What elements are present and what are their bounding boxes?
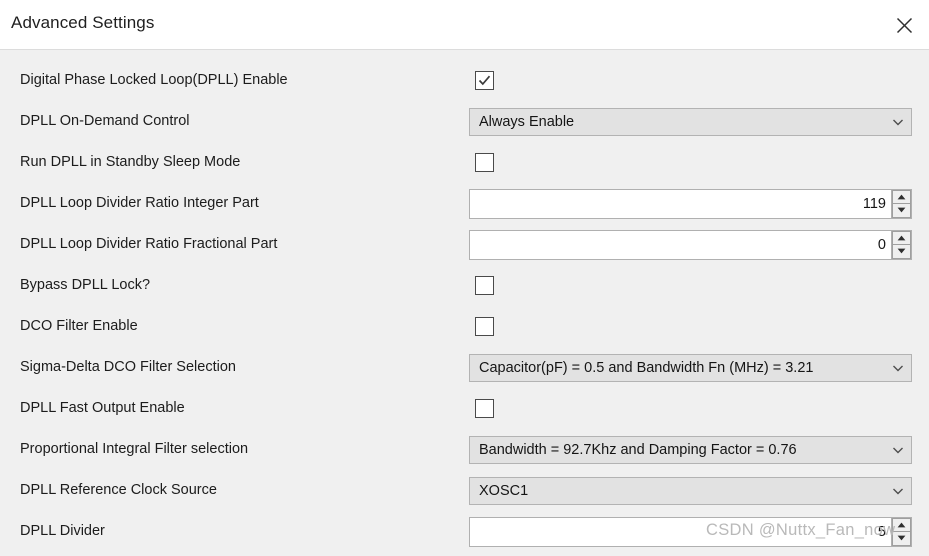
spinner-up-icon[interactable] [892, 189, 911, 204]
setting-row: Run DPLL in Standby Sleep Mode [0, 142, 929, 183]
setting-label-dpll-reference-clock-source: DPLL Reference Clock Source [20, 482, 217, 498]
setting-row: DPLL On-Demand Control Always Enable [0, 101, 929, 142]
dropdown-value-sigma-delta-dco-filter-selection: Capacitor(pF) = 0.5 and Bandwidth Fn (MH… [479, 359, 814, 376]
setting-row: DCO Filter Enable [0, 306, 929, 347]
setting-label-dpll-on-demand-control: DPLL On-Demand Control [20, 113, 190, 129]
setting-control-wrap: Capacitor(pF) = 0.5 and Bandwidth Fn (MH… [469, 347, 912, 388]
spinner-dpll-divider[interactable]: 5 [469, 516, 912, 547]
dropdown-value-proportional-integral-filter-selection: Bandwidth = 92.7Khz and Damping Factor =… [479, 441, 797, 458]
close-button[interactable] [889, 10, 919, 40]
settings-list: Digital Phase Locked Loop(DPLL) Enable DP… [0, 50, 929, 556]
spinner-buttons [891, 230, 911, 259]
setting-label-proportional-integral-filter-selection: Proportional Integral Filter selection [20, 441, 249, 457]
chevron-down-icon [885, 109, 911, 135]
spinner-up-icon[interactable] [892, 230, 911, 245]
spinner-down-icon[interactable] [892, 244, 911, 259]
checkbox-dpll-enable[interactable] [475, 71, 494, 90]
setting-control-wrap [469, 142, 912, 183]
close-icon [896, 17, 913, 34]
setting-control-wrap [469, 60, 912, 101]
spinner-down-icon[interactable] [892, 203, 911, 218]
setting-control-wrap [469, 265, 912, 306]
spinner-value-dpll-divider[interactable]: 5 [470, 518, 891, 546]
setting-row: DPLL Fast Output Enable [0, 388, 929, 429]
setting-row: Digital Phase Locked Loop(DPLL) Enable [0, 60, 929, 101]
checkbox-run-dpll-standby-sleep[interactable] [475, 153, 494, 172]
dropdown-value-dpll-reference-clock-source: XOSC1 [479, 482, 529, 499]
setting-row: DPLL Divider 5 [0, 511, 929, 552]
setting-row: DPLL Reference Clock Source XOSC1 [0, 470, 929, 511]
checkbox-bypass-dpll-lock[interactable] [475, 276, 494, 295]
spinner-value-dpll-loop-divider-fractional[interactable]: 0 [470, 231, 891, 259]
setting-control-wrap [469, 388, 912, 429]
spinner-dpll-loop-divider-integer[interactable]: 119 [469, 188, 912, 219]
setting-label-sigma-delta-dco-filter-selection: Sigma-Delta DCO Filter Selection [20, 359, 236, 375]
setting-control-wrap [469, 306, 912, 347]
setting-label-bypass-dpll-lock: Bypass DPLL Lock? [20, 277, 151, 293]
spinner-down-icon[interactable] [892, 531, 911, 546]
setting-control-wrap: Always Enable [469, 101, 912, 142]
spinner-buttons [891, 189, 911, 218]
page-title: Advanced Settings [11, 13, 155, 32]
setting-control-wrap: Bandwidth = 92.7Khz and Damping Factor =… [469, 429, 912, 470]
spinner-up-icon[interactable] [892, 517, 911, 532]
chevron-down-icon [885, 437, 911, 463]
chevron-down-icon [885, 355, 911, 381]
setting-row: DPLL Loop Divider Ratio Integer Part 119 [0, 183, 929, 224]
setting-control-wrap: 0 [469, 224, 912, 265]
setting-row: DPLL Loop Divider Ratio Fractional Part 0 [0, 224, 929, 265]
setting-label-dco-filter-enable: DCO Filter Enable [20, 318, 138, 334]
dialog-titlebar: Advanced Settings [0, 0, 929, 50]
checkbox-dpll-fast-output-enable[interactable] [475, 399, 494, 418]
setting-row: Bypass DPLL Lock? [0, 265, 929, 306]
setting-row: Proportional Integral Filter selection Ba… [0, 429, 929, 470]
spinner-buttons [891, 517, 911, 546]
setting-control-wrap: XOSC1 [469, 470, 912, 511]
dropdown-proportional-integral-filter-selection[interactable]: Bandwidth = 92.7Khz and Damping Factor =… [469, 435, 912, 464]
spinner-dpll-loop-divider-fractional[interactable]: 0 [469, 229, 912, 260]
setting-label-dpll-divider: DPLL Divider [20, 523, 105, 539]
setting-label-dpll-loop-divider-fractional: DPLL Loop Divider Ratio Fractional Part [20, 236, 278, 252]
setting-row: Sigma-Delta DCO Filter Selection Capacito… [0, 347, 929, 388]
dropdown-sigma-delta-dco-filter-selection[interactable]: Capacitor(pF) = 0.5 and Bandwidth Fn (MH… [469, 353, 912, 382]
setting-label-dpll-enable: Digital Phase Locked Loop(DPLL) Enable [20, 72, 288, 88]
setting-control-wrap: 119 [469, 183, 912, 224]
dropdown-value-dpll-on-demand-control: Always Enable [479, 113, 575, 130]
setting-label-dpll-fast-output-enable: DPLL Fast Output Enable [20, 400, 185, 416]
setting-label-dpll-loop-divider-integer: DPLL Loop Divider Ratio Integer Part [20, 195, 259, 211]
dropdown-dpll-on-demand-control[interactable]: Always Enable [469, 107, 912, 136]
dropdown-dpll-reference-clock-source[interactable]: XOSC1 [469, 476, 912, 505]
check-icon [478, 74, 491, 87]
spinner-value-dpll-loop-divider-integer[interactable]: 119 [470, 190, 891, 218]
checkbox-dco-filter-enable[interactable] [475, 317, 494, 336]
setting-label-run-dpll-standby-sleep: Run DPLL in Standby Sleep Mode [20, 154, 241, 170]
chevron-down-icon [885, 478, 911, 504]
setting-control-wrap: 5 [469, 511, 912, 552]
